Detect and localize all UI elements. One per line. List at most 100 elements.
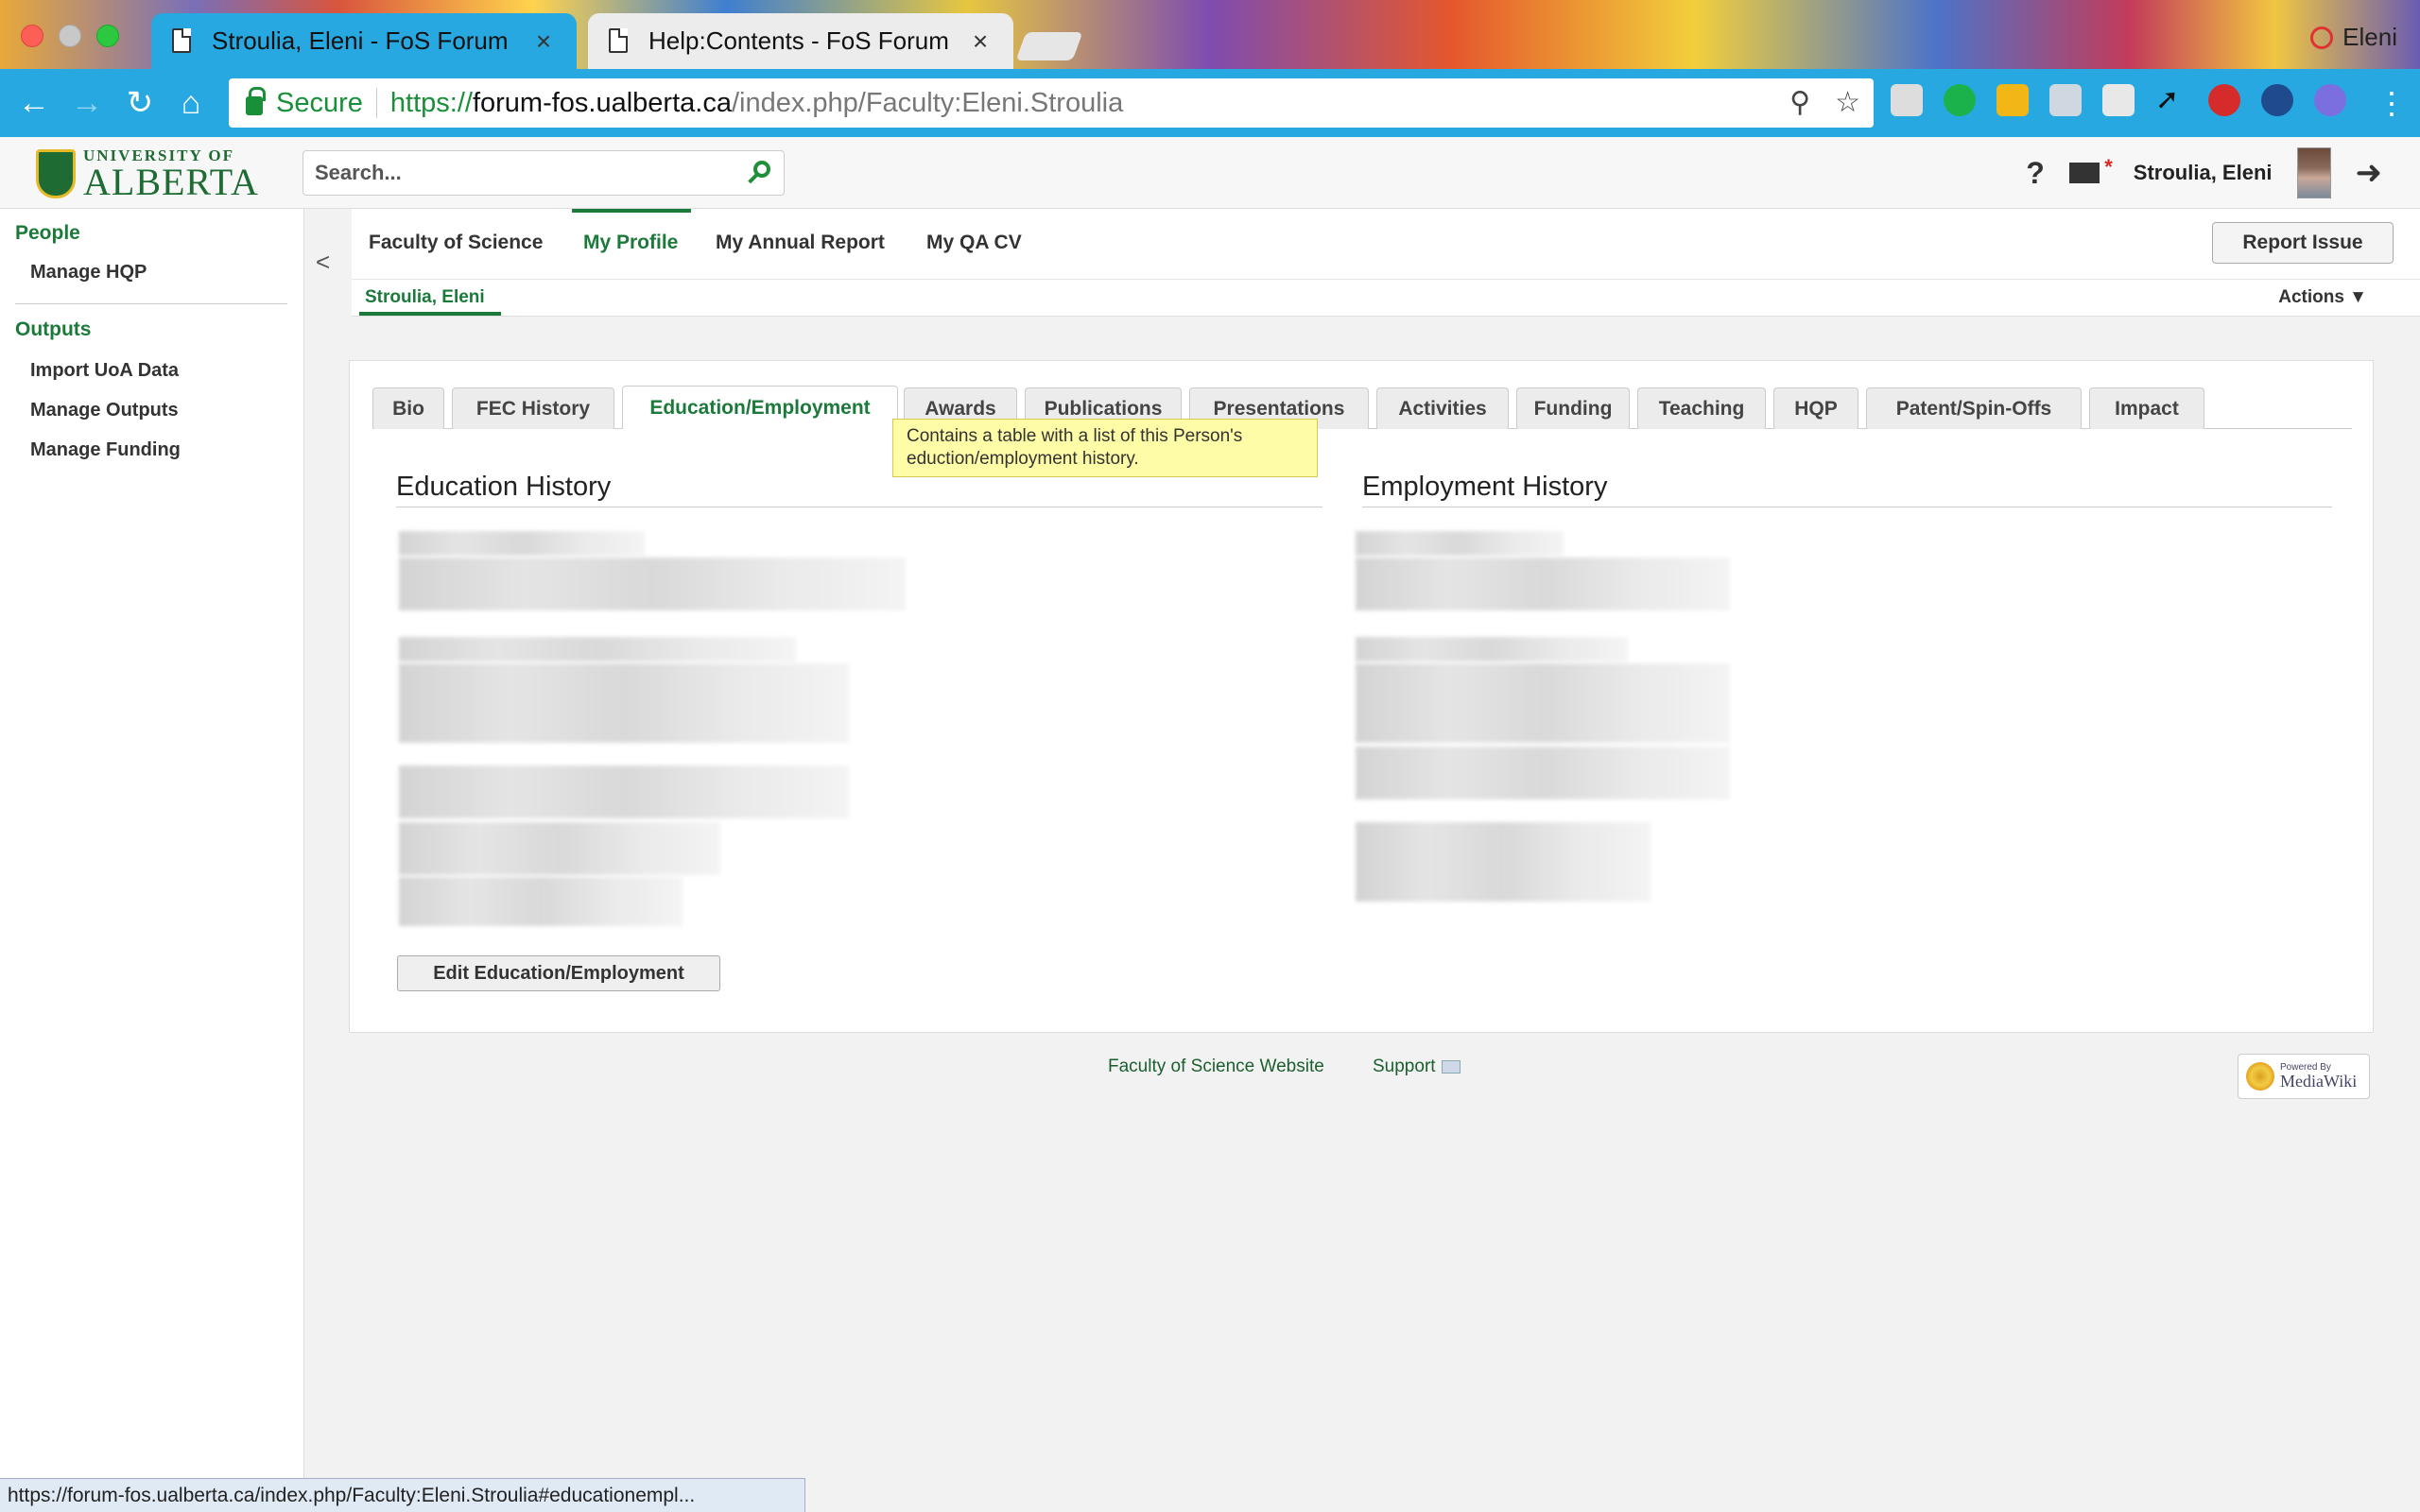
page-icon — [172, 28, 191, 53]
badge-small-text: Powered By — [2280, 1061, 2331, 1073]
avatar[interactable] — [2296, 147, 2331, 198]
url-host: forum-fos.ualberta.ca — [472, 87, 732, 118]
logo-main-text: ALBERTA — [83, 160, 259, 203]
window-close-button[interactable] — [21, 25, 43, 47]
profile-icon — [2310, 26, 2334, 49]
rss-extension-icon[interactable] — [1996, 84, 2029, 116]
sidebar-item-manage-hqp[interactable]: Manage HQP — [0, 262, 147, 284]
sidebar-item-manage-funding[interactable]: Manage Funding — [0, 439, 181, 461]
sidebar-item-import-uoa-data[interactable]: Import UoA Data — [0, 360, 179, 382]
adblock-icon[interactable] — [2208, 84, 2240, 116]
email-icon — [1441, 1059, 1461, 1074]
tab-education-employment[interactable]: Education/Employment — [622, 386, 898, 429]
redacted-employment-row — [1356, 822, 1651, 902]
forward-arrow-icon[interactable]: → — [66, 82, 108, 124]
share-arrow-icon[interactable]: ➚ — [2155, 84, 2187, 116]
secure-label: Secure — [276, 87, 363, 118]
redacted-education-row — [399, 663, 849, 743]
tab-patent-spin-offs[interactable]: Patent/Spin-Offs — [1866, 387, 2082, 429]
profile-tab-bar: Bio FEC History Education/Employment Awa… — [372, 384, 2352, 429]
nav-my-qa-cv[interactable]: My QA CV — [926, 232, 1022, 254]
cast-extension-icon[interactable] — [2049, 84, 2082, 116]
back-arrow-icon[interactable]: ← — [13, 82, 55, 124]
browser-tab-active[interactable]: Stroulia, Eleni - FoS Forum × — [151, 13, 577, 69]
search-input[interactable] — [303, 151, 719, 195]
browser-tab-help[interactable]: Help:Contents - FoS Forum × — [588, 13, 1013, 69]
sidebar-heading-people[interactable]: People — [0, 222, 80, 245]
content-panel: Bio FEC History Education/Employment Awa… — [349, 360, 2374, 1033]
extension-icons: ➚ — [1891, 84, 2346, 116]
chat-extension-icon[interactable] — [1944, 84, 1976, 116]
window-maximize-button[interactable] — [96, 25, 119, 47]
status-bar-url: https://forum-fos.ualberta.ca/index.php/… — [0, 1478, 805, 1512]
redacted-education-row — [399, 765, 849, 818]
tab-teaching[interactable]: Teaching — [1637, 387, 1766, 429]
actions-dropdown[interactable]: Actions ▼ — [2278, 287, 2367, 308]
redacted-employment-row — [1356, 637, 1628, 662]
nav-my-profile[interactable]: My Profile — [583, 232, 678, 254]
mediawiki-logo-icon — [2246, 1062, 2274, 1091]
user-name[interactable]: Stroulia, Eleni — [2134, 161, 2273, 185]
tab-hqp[interactable]: HQP — [1773, 387, 1858, 429]
redacted-education-row — [399, 558, 906, 610]
support-link[interactable]: Support — [1373, 1057, 1461, 1077]
redacted-education-row — [399, 877, 683, 926]
extension-icon[interactable] — [2314, 84, 2346, 116]
tab-fec-history[interactable]: FEC History — [452, 387, 614, 429]
redacted-employment-row — [1356, 747, 1730, 799]
profile-name: Eleni — [2342, 23, 2397, 51]
divider — [375, 88, 377, 118]
extension-icon[interactable] — [1891, 84, 1923, 116]
redacted-education-row — [399, 531, 645, 556]
tab-tooltip: Contains a table with a list of this Per… — [892, 419, 1318, 477]
browser-toolbar: ← → ↻ ⌂ Secure https:// forum-fos.ualber… — [0, 69, 2420, 137]
sidebar-divider — [15, 303, 287, 304]
subnav-indicator — [359, 312, 501, 316]
redacted-employment-row — [1356, 531, 1564, 556]
badge-main-text: MediaWiki — [2280, 1071, 2358, 1091]
tab-funding[interactable]: Funding — [1516, 387, 1630, 429]
nav-faculty-of-science[interactable]: Faculty of Science — [369, 232, 543, 254]
subnav-user-profile[interactable]: Stroulia, Eleni — [365, 287, 485, 308]
crest-icon — [36, 149, 76, 198]
mediawiki-badge[interactable]: Powered By MediaWiki — [2238, 1054, 2370, 1099]
window-minimize-button[interactable] — [59, 25, 81, 47]
redacted-employment-row — [1356, 663, 1730, 743]
reload-icon[interactable]: ↻ — [119, 82, 161, 124]
search-icon[interactable] — [746, 161, 772, 187]
zoom-icon[interactable]: ⚲ — [1789, 86, 1810, 119]
mail-icon[interactable] — [2068, 155, 2113, 183]
address-bar[interactable]: Secure https:// forum-fos.ualberta.ca /i… — [229, 78, 1874, 128]
site-search — [302, 150, 785, 196]
page-icon — [609, 28, 628, 53]
bookmark-star-icon[interactable]: ☆ — [1835, 86, 1860, 119]
redacted-education-row — [399, 822, 720, 875]
edit-education-employment-button[interactable]: Edit Education/Employment — [397, 955, 720, 991]
tab-close-icon[interactable]: × — [966, 26, 994, 57]
logout-arrow-icon[interactable]: ➜ — [2356, 154, 2383, 192]
help-icon[interactable]: ? — [2026, 156, 2045, 191]
url-scheme: https:// — [389, 87, 473, 118]
new-tab-button[interactable] — [1015, 32, 1083, 60]
browser-menu-icon[interactable]: ⋮ — [2377, 82, 2407, 124]
sub-navigation: Stroulia, Eleni Actions ▼ — [352, 279, 2420, 317]
redacted-education-row — [399, 637, 796, 662]
tab-bio[interactable]: Bio — [372, 387, 444, 429]
active-tab-indicator — [572, 209, 691, 213]
home-icon[interactable]: ⌂ — [170, 82, 212, 124]
eye-extension-icon[interactable] — [2261, 84, 2293, 116]
tab-impact[interactable]: Impact — [2089, 387, 2204, 429]
university-logo[interactable]: UNIVERSITY OF ALBERTA — [36, 146, 263, 201]
support-label: Support — [1373, 1057, 1436, 1076]
sidebar-heading-outputs[interactable]: Outputs — [0, 318, 91, 341]
report-issue-button[interactable]: Report Issue — [2212, 222, 2394, 264]
browser-profile[interactable]: Eleni — [2310, 23, 2397, 52]
sidebar-item-manage-outputs[interactable]: Manage Outputs — [0, 400, 179, 421]
sidebar-collapse-button[interactable]: < — [316, 248, 330, 277]
top-navigation: Faculty of Science My Profile My Annual … — [352, 209, 2420, 279]
drive-extension-icon[interactable] — [2102, 84, 2135, 116]
nav-my-annual-report[interactable]: My Annual Report — [716, 232, 885, 254]
tab-close-icon[interactable]: × — [529, 26, 558, 57]
faculty-website-link[interactable]: Faculty of Science Website — [1108, 1057, 1324, 1077]
tab-activities[interactable]: Activities — [1376, 387, 1509, 429]
